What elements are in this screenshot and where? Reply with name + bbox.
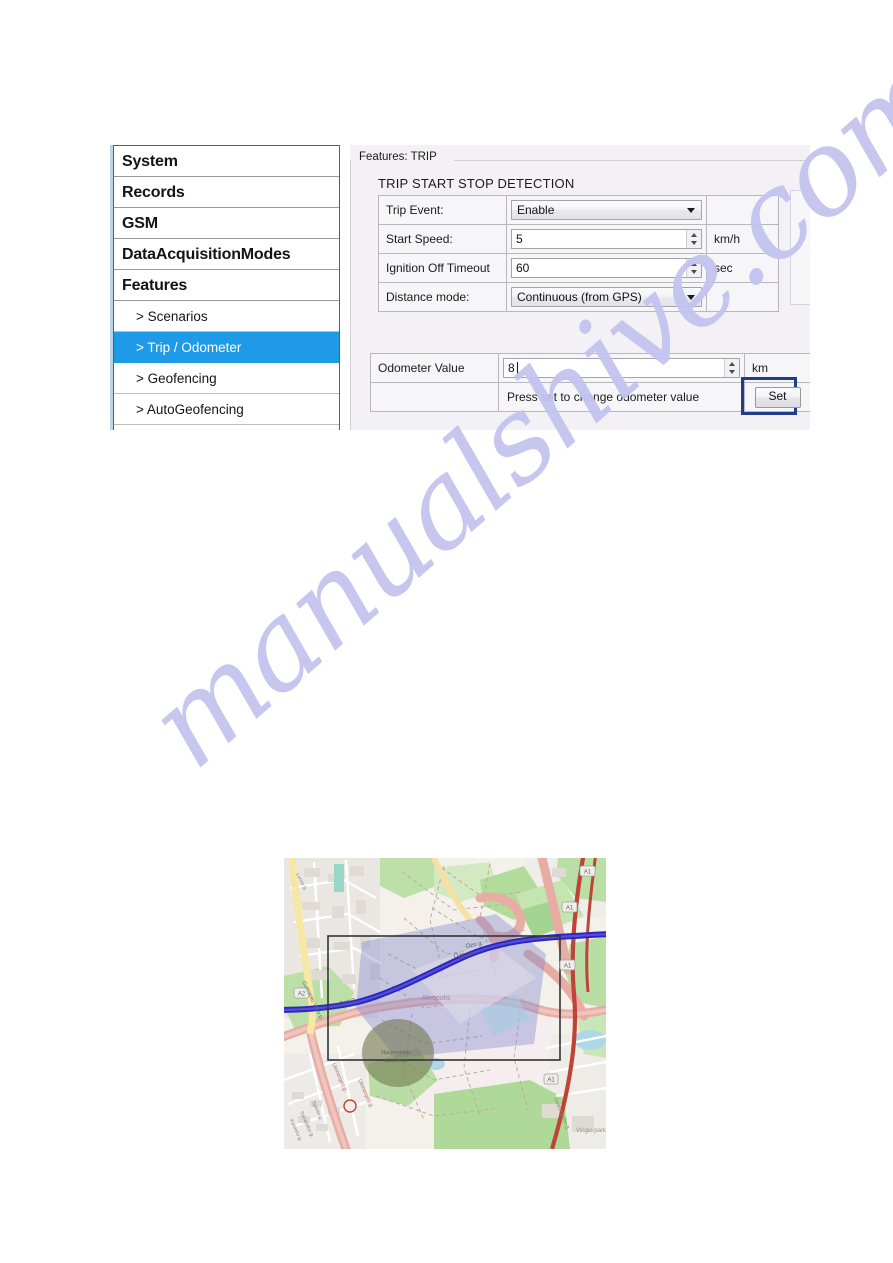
groupbox-caption: Features: TRIP xyxy=(356,151,440,163)
start-speed-input[interactable]: 5 xyxy=(511,229,702,249)
sidebar-item-label: > Geofencing xyxy=(136,371,217,386)
stepper-up-icon[interactable] xyxy=(729,362,735,366)
sidebar-item-label: > AutoGeofencing xyxy=(136,402,244,417)
odometer-value-stepper[interactable] xyxy=(724,359,739,377)
text-caret xyxy=(517,362,518,375)
odometer-empty-cell xyxy=(370,382,499,412)
odometer-value-field-cell: 8 xyxy=(498,353,745,383)
trip-event-unit xyxy=(706,195,779,225)
trip-settings-panel: Features: TRIP TRIP START STOP DETECTION… xyxy=(350,145,810,430)
configurator-window-screenshot: System Records GSM DataAcquisitionModes … xyxy=(110,145,810,430)
ignition-off-timeout-unit: sec xyxy=(706,253,779,283)
document-page: System Records GSM DataAcquisitionModes … xyxy=(0,0,893,1263)
sidebar-item-scenarios[interactable]: > Scenarios xyxy=(114,301,339,332)
odometer-table: Odometer Value 8 km Press set to change … xyxy=(370,353,810,415)
sidebar-item-label: DataAcquisitionModes xyxy=(122,246,291,263)
start-speed-field-cell: 5 xyxy=(506,224,707,254)
start-speed-value: 5 xyxy=(516,232,523,246)
ignition-off-timeout-value: 60 xyxy=(516,261,530,275)
odometer-value: 8 xyxy=(508,361,515,375)
table-row: Start Speed: 5 km/h xyxy=(378,224,779,254)
sidebar-item-system[interactable]: System xyxy=(114,146,339,177)
sidebar-item-label: > Scenarios xyxy=(136,309,208,324)
stepper-up-icon[interactable] xyxy=(691,233,697,237)
groupbox-top-border xyxy=(454,160,810,161)
sidebar-item-label: Records xyxy=(122,184,185,201)
sidebar-item-label: System xyxy=(122,153,178,170)
start-speed-unit: km/h xyxy=(706,224,779,254)
trip-event-field-cell: Enable xyxy=(506,195,707,225)
table-row: Distance mode: Continuous (from GPS) xyxy=(378,282,779,312)
ignition-off-timeout-input[interactable]: 60 xyxy=(511,258,702,278)
ignition-off-timeout-label: Ignition Off Timeout xyxy=(378,253,507,283)
table-row: Trip Event: Enable xyxy=(378,195,779,225)
table-row: Press set to change odometer value Set xyxy=(370,377,810,415)
stepper-down-icon[interactable] xyxy=(691,270,697,274)
distance-mode-label: Distance mode: xyxy=(378,282,507,312)
section-title-trip-start-stop-detection: TRIP START STOP DETECTION xyxy=(378,176,575,191)
odometer-value-label: Odometer Value xyxy=(370,353,499,383)
start-speed-label: Start Speed: xyxy=(378,224,507,254)
stepper-down-icon[interactable] xyxy=(729,370,735,374)
sidebar-item-geofencing[interactable]: > Geofencing xyxy=(114,363,339,394)
start-speed-stepper[interactable] xyxy=(686,230,701,248)
distance-mode-field-cell: Continuous (from GPS) xyxy=(506,282,707,312)
sidebar-item-label: > Trip / Odometer xyxy=(136,340,242,355)
adjacent-panel-stub xyxy=(790,190,810,305)
odometer-value-input[interactable]: 8 xyxy=(503,358,740,378)
sidebar-item-label: GSM xyxy=(122,215,158,232)
trip-detection-table: Trip Event: Enable Start Speed: 5 km/h I… xyxy=(378,195,779,312)
map-screenshot-figure: A2 A1 A1 A1 A1 Ozo g. Ozo g. Ozo g. Akro… xyxy=(284,858,606,1149)
trip-event-label: Trip Event: xyxy=(378,195,507,225)
chevron-down-icon xyxy=(687,208,695,213)
sidebar-item-features[interactable]: Features xyxy=(114,270,339,301)
odometer-hint-text: Press set to change odometer value xyxy=(498,382,745,412)
table-row: Ignition Off Timeout 60 sec xyxy=(378,253,779,283)
chevron-down-icon xyxy=(687,295,695,300)
sidebar-item-trip-odometer[interactable]: > Trip / Odometer xyxy=(114,332,339,363)
sidebar-item-dataacquisitionmodes[interactable]: DataAcquisitionModes xyxy=(114,239,339,270)
distance-mode-dropdown[interactable]: Continuous (from GPS) xyxy=(511,287,702,307)
trip-event-dropdown[interactable]: Enable xyxy=(511,200,702,220)
set-button[interactable]: Set xyxy=(754,386,801,408)
groupbox-left-border xyxy=(350,160,351,430)
trip-event-value: Enable xyxy=(517,203,555,217)
set-button-cell: Set xyxy=(741,377,810,415)
stepper-up-icon[interactable] xyxy=(691,262,697,266)
sidebar-item-autogeofencing[interactable]: > AutoGeofencing xyxy=(114,394,339,425)
sidebar-item-gsm[interactable]: GSM xyxy=(114,208,339,239)
ignition-off-timeout-field-cell: 60 xyxy=(506,253,707,283)
map-noise-overlay xyxy=(284,858,606,1149)
distance-mode-value: Continuous (from GPS) xyxy=(517,290,642,304)
stepper-down-icon[interactable] xyxy=(691,241,697,245)
map-canvas: A2 A1 A1 A1 A1 Ozo g. Ozo g. Ozo g. Akro… xyxy=(284,858,606,1149)
distance-mode-unit xyxy=(706,282,779,312)
ignition-off-timeout-stepper[interactable] xyxy=(686,259,701,277)
sidebar-item-label: Features xyxy=(122,277,188,294)
settings-navigation-tree[interactable]: System Records GSM DataAcquisitionModes … xyxy=(113,145,340,430)
sidebar-item-records[interactable]: Records xyxy=(114,177,339,208)
